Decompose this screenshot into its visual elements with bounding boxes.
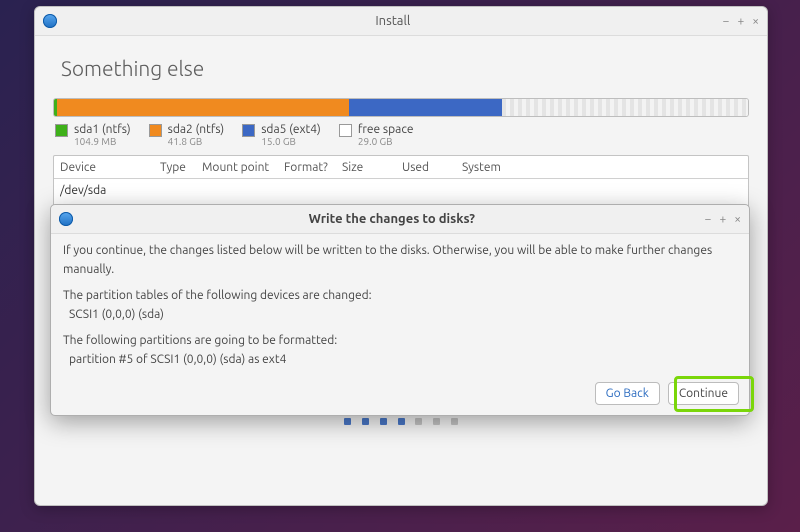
legend: sda1 (ntfs)104.9 MB sda2 (ntfs)41.8 GB s…	[55, 123, 747, 147]
install-title: Install	[63, 14, 723, 28]
installer-icon	[43, 14, 57, 28]
step-dot	[380, 418, 387, 425]
step-dot	[451, 418, 458, 425]
table-header: Device Type Mount point Format? Size Use…	[54, 156, 748, 179]
step-dot	[415, 418, 422, 425]
dialog-title: Write the changes to disks?	[79, 212, 705, 226]
swatch-icon	[339, 124, 352, 137]
pager	[53, 415, 749, 428]
step-dot	[362, 418, 369, 425]
close-icon[interactable]: ×	[752, 15, 759, 28]
legend-item: sda2 (ntfs)41.8 GB	[149, 123, 225, 147]
dialog-body: If you continue, the changes listed belo…	[51, 234, 749, 376]
legend-item: sda5 (ext4)15.0 GB	[242, 123, 321, 147]
maximize-icon[interactable]: +	[737, 15, 744, 28]
disk-usage-bar	[53, 98, 749, 117]
legend-item: sda1 (ntfs)104.9 MB	[55, 123, 131, 147]
window-controls: − + ×	[705, 213, 741, 226]
swatch-icon	[55, 124, 68, 137]
close-icon[interactable]: ×	[734, 213, 741, 226]
swatch-icon	[149, 124, 162, 137]
step-dot	[433, 418, 440, 425]
page-heading: Something else	[61, 56, 749, 80]
continue-button[interactable]: Continue	[668, 382, 739, 405]
bar-seg-sda5	[349, 99, 502, 116]
window-controls: − + ×	[723, 15, 759, 28]
table-row[interactable]: /dev/sda	[54, 179, 748, 201]
install-titlebar: Install − + ×	[35, 7, 767, 36]
dialog-titlebar: Write the changes to disks? − + ×	[51, 205, 749, 234]
step-dot	[398, 418, 405, 425]
swatch-icon	[242, 124, 255, 137]
legend-item: free space29.0 GB	[339, 123, 414, 147]
minimize-icon[interactable]: −	[723, 15, 730, 28]
bar-seg-sda2	[57, 99, 348, 116]
dialog-footer: Go Back Continue	[51, 376, 749, 415]
bar-seg-free	[502, 99, 748, 116]
step-dot	[344, 418, 351, 425]
installer-icon	[59, 212, 73, 226]
go-back-button[interactable]: Go Back	[595, 382, 660, 405]
minimize-icon[interactable]: −	[705, 213, 712, 226]
confirm-dialog: Write the changes to disks? − + × If you…	[50, 204, 750, 416]
maximize-icon[interactable]: +	[719, 213, 726, 226]
